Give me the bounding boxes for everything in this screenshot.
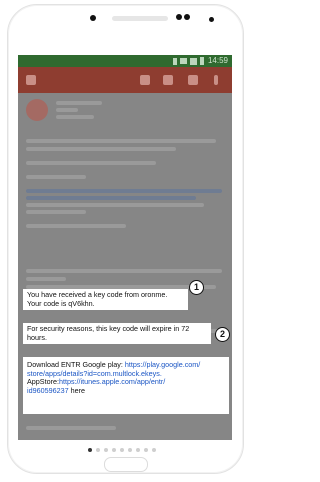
callout-text-line: Your code is qV6khn. bbox=[27, 298, 95, 308]
page-indicator bbox=[88, 448, 156, 452]
status-time: 14:59 bbox=[207, 56, 228, 65]
email-app-bar bbox=[18, 67, 232, 93]
signal-icon bbox=[190, 57, 197, 65]
pager-dot-active[interactable] bbox=[88, 448, 92, 452]
pager-dot[interactable] bbox=[112, 448, 116, 452]
blurred-text-line bbox=[26, 139, 216, 143]
blurred-recipient-line bbox=[56, 108, 78, 112]
status-bar: 14:59 bbox=[18, 55, 232, 67]
callout-expiry: For security reasons, this key code will… bbox=[23, 323, 211, 345]
wifi-icon bbox=[180, 58, 187, 64]
pager-dot[interactable] bbox=[136, 448, 140, 452]
pager-dot[interactable] bbox=[96, 448, 100, 452]
blurred-link-line bbox=[26, 189, 222, 193]
blurred-text-line bbox=[26, 277, 66, 281]
back-arrow-icon[interactable] bbox=[26, 75, 36, 85]
blurred-text-line bbox=[26, 147, 176, 151]
more-menu-icon[interactable] bbox=[214, 75, 218, 85]
blurred-text-line bbox=[26, 203, 204, 207]
battery-icon bbox=[200, 57, 204, 65]
blurred-date-line bbox=[56, 115, 94, 119]
speaker-grille bbox=[112, 16, 168, 21]
here-text: here bbox=[68, 385, 85, 395]
callout-text-line: id960596237 here bbox=[27, 385, 225, 396]
camera-dot-left bbox=[90, 15, 96, 21]
home-button[interactable] bbox=[104, 457, 148, 472]
phone-screen: 14:59 You have received a key code from … bbox=[18, 55, 232, 440]
callout-key-code: You have received a key code from oronme… bbox=[23, 289, 188, 311]
pager-dot[interactable] bbox=[152, 448, 156, 452]
callout-badge-2: 2 bbox=[215, 327, 230, 342]
pager-dot[interactable] bbox=[120, 448, 124, 452]
sensor-dot bbox=[209, 17, 214, 22]
camera-dot-right-2 bbox=[184, 14, 190, 20]
pager-dot[interactable] bbox=[104, 448, 108, 452]
mail-icon[interactable] bbox=[188, 75, 198, 85]
callout-text-line: For security reasons, this key code will… bbox=[27, 324, 190, 333]
blurred-text-line bbox=[26, 161, 156, 165]
archive-icon[interactable] bbox=[140, 75, 150, 85]
delete-icon[interactable] bbox=[163, 75, 173, 85]
bluetooth-icon bbox=[173, 57, 177, 65]
blurred-text-line bbox=[26, 269, 222, 273]
pager-dot[interactable] bbox=[128, 448, 132, 452]
callout-badge-1: 1 bbox=[189, 280, 204, 295]
pager-dot[interactable] bbox=[144, 448, 148, 452]
blurred-text-line bbox=[26, 210, 86, 214]
callout-download-links: Download ENTR Google play: https://play.… bbox=[23, 357, 229, 414]
camera-dot-right-1 bbox=[176, 14, 182, 20]
callout-text-line: hours. bbox=[27, 332, 47, 342]
blurred-text-line bbox=[26, 175, 86, 179]
blurred-link-line bbox=[26, 196, 196, 200]
blurred-text-line bbox=[26, 224, 126, 228]
blurred-text-line bbox=[26, 426, 116, 430]
app-store-link-cont[interactable]: id960596237 bbox=[27, 386, 69, 395]
status-icons bbox=[173, 56, 204, 66]
sender-avatar bbox=[26, 99, 48, 121]
blurred-sender-line bbox=[56, 101, 102, 105]
